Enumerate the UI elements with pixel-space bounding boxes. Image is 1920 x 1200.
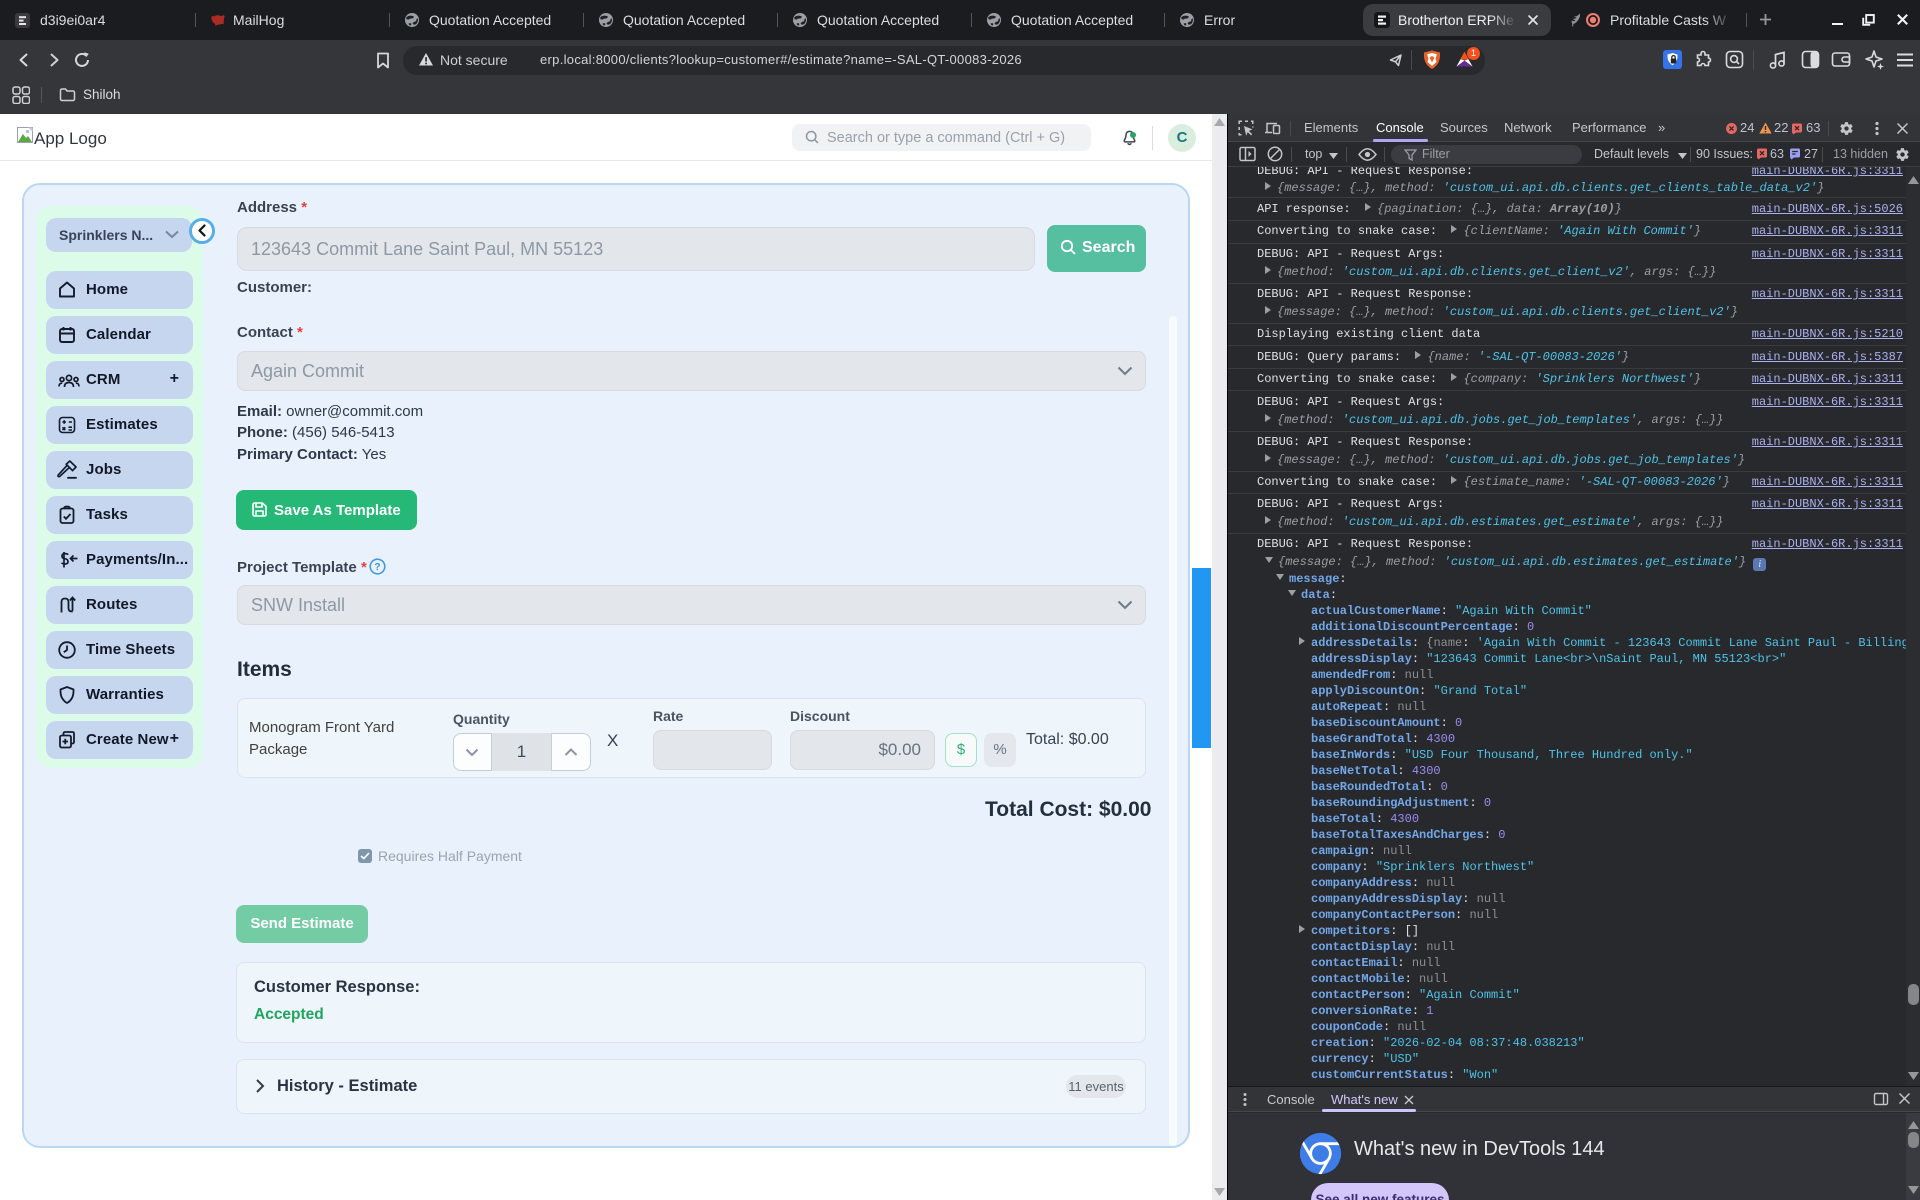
svg-text:?: ?: [374, 561, 380, 573]
